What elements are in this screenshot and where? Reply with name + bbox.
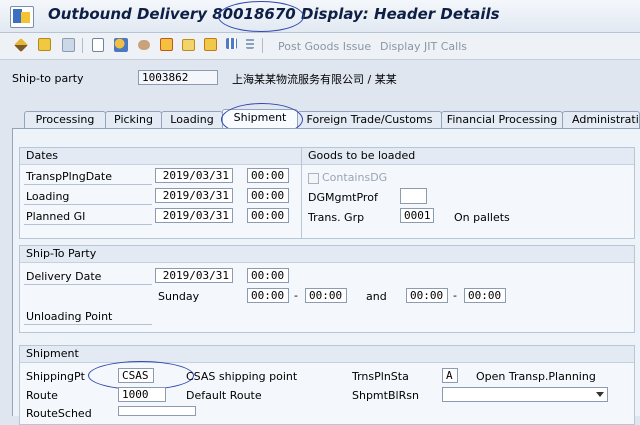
ship-to-party-field[interactable]: 1003862 (138, 70, 218, 85)
planned-gi-label: Planned GI (26, 210, 86, 223)
unloading-point-label: Unloading Point (26, 310, 113, 323)
texts-icon[interactable] (160, 38, 173, 51)
tab-foreign-trade-customs[interactable]: Foreign Trade/Customs (297, 111, 442, 128)
trans-grp-label: Trans. Grp (308, 211, 365, 224)
transp-plng-time-field[interactable]: 00:00 (247, 168, 289, 183)
time-window-2-from[interactable]: 00:00 (406, 288, 448, 303)
ship-to-party-name: 上海某某物流服务有限公司 / 某某 (232, 73, 397, 86)
time-window-1-to[interactable]: 00:00 (305, 288, 347, 303)
title-prefix: Outbound Delivery (48, 5, 207, 23)
and-label: and (366, 290, 387, 303)
trnspln-sta-field[interactable]: A (442, 368, 458, 383)
weekday-label: Sunday (158, 290, 200, 303)
planned-gi-time-field[interactable]: 00:00 (247, 208, 289, 223)
route-sched-label: RouteSched (26, 407, 92, 420)
contains-dg-checkbox[interactable] (308, 173, 319, 184)
transp-plng-date-label: TranspPlngDate (26, 170, 112, 183)
time-window-2-to[interactable]: 00:00 (464, 288, 506, 303)
time-window-1-dash: - (294, 289, 298, 302)
partner-icon[interactable] (114, 38, 128, 52)
route-description: Default Route (186, 389, 262, 402)
create-icon[interactable] (38, 38, 51, 51)
tab-processing[interactable]: Processing (24, 111, 106, 128)
dgmgmt-prof-field[interactable] (400, 188, 427, 204)
trans-grp-description: On pallets (454, 211, 510, 224)
time-window-1-from[interactable]: 00:00 (247, 288, 289, 303)
loading-date-field[interactable]: 2019/03/31 (155, 188, 233, 203)
tab-financial-processing[interactable]: Financial Processing (441, 111, 563, 128)
delivery-date-field[interactable]: 2019/03/31 (155, 268, 233, 283)
trnspln-sta-label: TrnsPlnSta (352, 370, 409, 383)
route-label: Route (26, 389, 58, 402)
time-window-2-dash: - (453, 289, 457, 302)
highlight-circle-shipping-pt (88, 361, 194, 390)
post-goods-issue-button[interactable]: Post Goods Issue (278, 40, 371, 53)
shipping-pt-description: CSAS shipping point (186, 370, 298, 383)
route-sched-field[interactable] (118, 406, 196, 416)
change-icon[interactable] (14, 38, 28, 52)
shpmt-bl-rsn-label: ShpmtBlRsn (352, 389, 419, 402)
delivery-date-label: Delivery Date (26, 270, 102, 283)
delivery-time-field[interactable]: 00:00 (247, 268, 289, 283)
loading-time-field[interactable]: 00:00 (247, 188, 289, 203)
more-icon[interactable] (246, 38, 254, 49)
messages-icon[interactable] (182, 39, 195, 51)
status-icon[interactable] (204, 38, 217, 51)
sap-app-icon[interactable] (10, 6, 34, 28)
planned-gi-date-field[interactable]: 2019/03/31 (155, 208, 233, 223)
trnspln-sta-description: Open Transp.Planning (476, 370, 596, 383)
grid-icon[interactable] (226, 38, 237, 49)
title-suffix: Display: Header Details (300, 5, 500, 23)
dates-group-title: Dates (20, 148, 308, 165)
trans-grp-field[interactable]: 0001 (400, 208, 434, 223)
application-toolbar: Post Goods Issue Display JIT Calls (0, 33, 640, 60)
tab-loading[interactable]: Loading (161, 111, 223, 128)
delete-icon[interactable] (62, 38, 75, 52)
ship-to-group-title: Ship-To Party (20, 246, 634, 263)
dgmgmt-prof-label: DGMgmtProf (308, 191, 378, 204)
chevron-down-icon[interactable] (596, 392, 604, 397)
highlight-circle-delivery (218, 1, 304, 32)
tab-administration[interactable]: Administration (562, 111, 640, 128)
tab-picking[interactable]: Picking (105, 111, 162, 128)
document-flow-icon[interactable] (92, 38, 104, 52)
goods-group-title: Goods to be loaded (302, 148, 634, 165)
route-field[interactable]: 1000 (118, 387, 166, 402)
shipment-group-title: Shipment (20, 346, 634, 363)
shipping-pt-label: ShippingPt (26, 370, 85, 383)
title-bar: Outbound Delivery 80018670 Display: Head… (0, 0, 640, 33)
transp-plng-date-field[interactable]: 2019/03/31 (155, 168, 233, 183)
print-icon[interactable] (138, 40, 150, 50)
display-jit-calls-button[interactable]: Display JIT Calls (380, 40, 467, 53)
shpmt-bl-rsn-dropdown[interactable] (442, 387, 608, 402)
contains-dg-label: ContainsDG (322, 171, 388, 184)
ship-to-party-label: Ship-to party (12, 72, 84, 85)
loading-date-label: Loading (26, 190, 70, 203)
